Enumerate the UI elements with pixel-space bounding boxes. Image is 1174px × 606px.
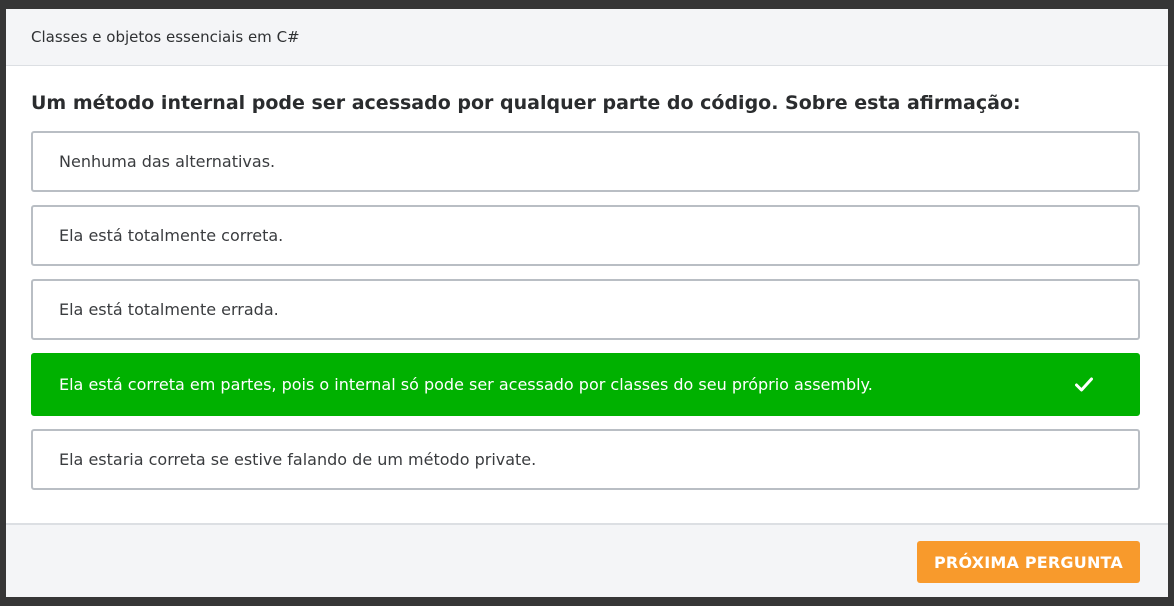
question-text: Um método internal pode ser acessado por…	[31, 92, 1021, 114]
modal-body: Um método internal pode ser acessado por…	[6, 66, 1168, 503]
answer-option-label: Ela está totalmente correta.	[59, 226, 284, 245]
answer-options: Nenhuma das alternativas. Ela está total…	[31, 131, 1140, 503]
answer-option[interactable]: Ela está totalmente correta.	[31, 205, 1140, 266]
answer-option-correct[interactable]: Ela está correta em partes, pois o inter…	[31, 353, 1140, 416]
answer-option[interactable]: Ela estaria correta se estive falando de…	[31, 429, 1140, 490]
answer-option-label: Ela está totalmente errada.	[59, 300, 279, 319]
modal-header: Classes e objetos essenciais em C#	[6, 9, 1168, 66]
answer-option-label: Ela está correta em partes, pois o inter…	[59, 375, 873, 394]
answer-option-label: Nenhuma das alternativas.	[59, 152, 276, 171]
check-icon	[1074, 375, 1094, 395]
modal-title: Classes e objetos essenciais em C#	[31, 28, 300, 46]
answer-option-label: Ela estaria correta se estive falando de…	[59, 450, 537, 469]
quiz-modal: Classes e objetos essenciais em C# Um mé…	[6, 9, 1168, 597]
answer-option[interactable]: Nenhuma das alternativas.	[31, 131, 1140, 192]
next-question-button[interactable]: PRÓXIMA PERGUNTA	[917, 541, 1140, 583]
modal-footer: PRÓXIMA PERGUNTA	[6, 523, 1168, 597]
answer-option[interactable]: Ela está totalmente errada.	[31, 279, 1140, 340]
